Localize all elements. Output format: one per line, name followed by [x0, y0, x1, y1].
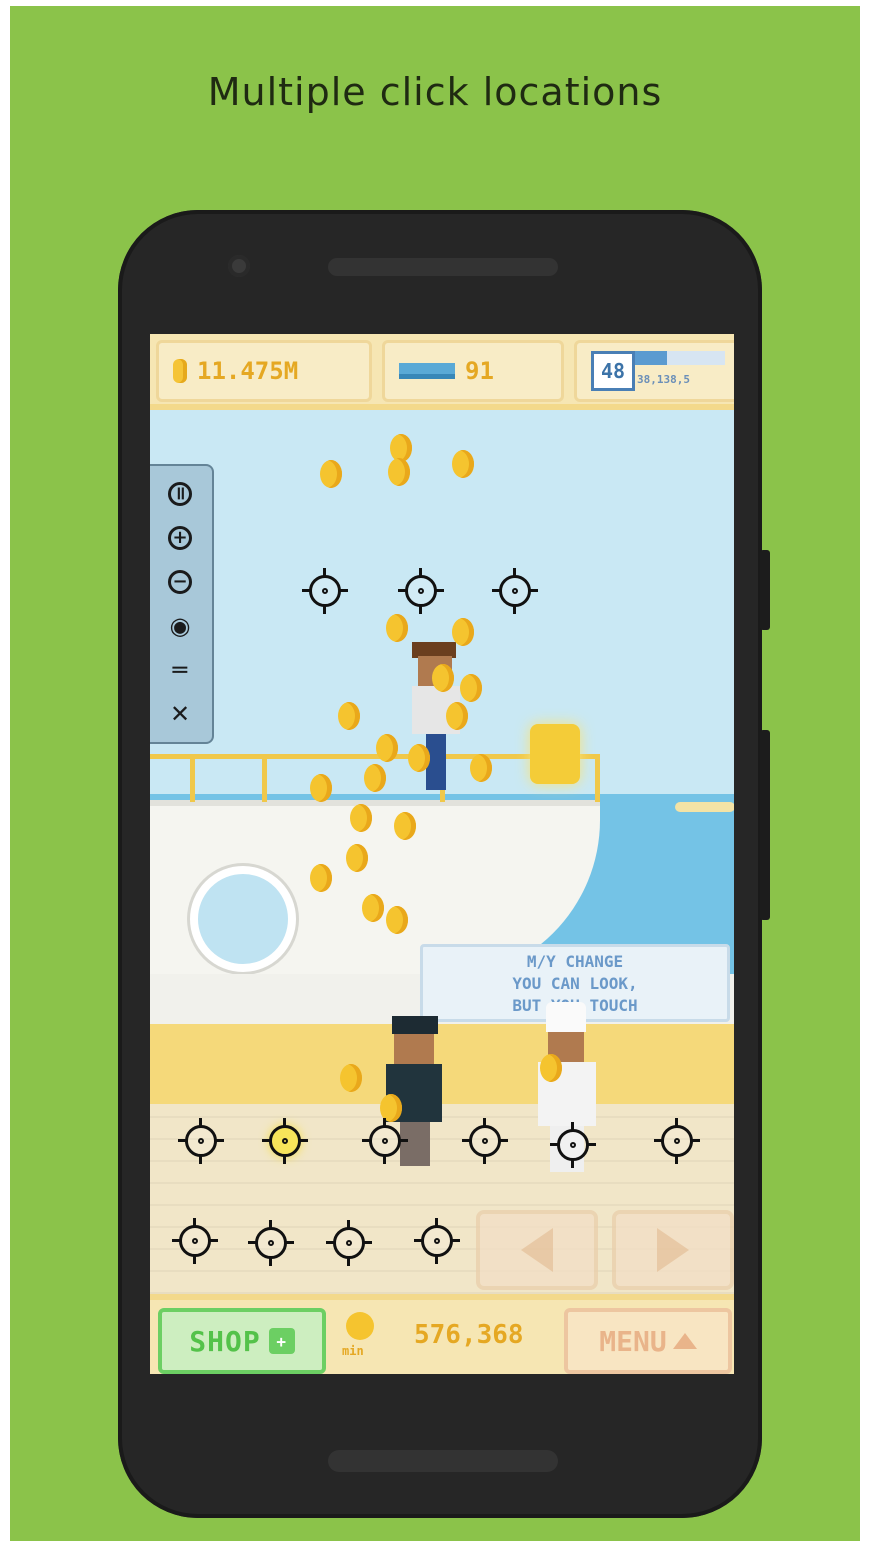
coin	[338, 702, 360, 730]
xp-value: 38,138,5	[637, 373, 690, 386]
tickets-value: 91	[465, 357, 494, 385]
coin	[432, 664, 454, 692]
coin	[470, 754, 492, 782]
caret-up-icon	[672, 1333, 697, 1349]
click-target[interactable]	[172, 1218, 218, 1264]
click-target[interactable]	[302, 568, 348, 614]
click-target[interactable]	[398, 568, 444, 614]
click-target[interactable]	[178, 1118, 224, 1164]
close-icon: ✕	[169, 700, 191, 728]
bottom-bar: SHOP + min 576,368 MENU	[150, 1294, 734, 1374]
click-target[interactable]	[362, 1118, 408, 1164]
menu-button[interactable]: MENU	[564, 1308, 732, 1374]
porthole	[190, 866, 296, 972]
eye-icon: ◉	[169, 612, 191, 640]
coin	[320, 460, 342, 488]
game-screen[interactable]: M/Y CHANGE YOU CAN LOOK, BUT YOU TOUCH	[150, 334, 734, 1374]
click-target[interactable]	[492, 568, 538, 614]
coin	[460, 674, 482, 702]
shop-button[interactable]: SHOP +	[158, 1308, 326, 1374]
click-target[interactable]	[654, 1118, 700, 1164]
pause-button[interactable]: ॥	[164, 478, 196, 510]
rail-post	[190, 754, 195, 802]
sign-line-1: M/Y CHANGE	[526, 952, 624, 971]
coin-rate-icon	[346, 1312, 374, 1340]
scroll-left-button[interactable]	[476, 1210, 598, 1290]
click-target[interactable]	[248, 1220, 294, 1266]
coin	[346, 844, 368, 872]
menu-label: MENU	[599, 1324, 667, 1358]
coin	[376, 734, 398, 762]
coin	[388, 458, 410, 486]
coin	[386, 906, 408, 934]
level-badge: 48	[591, 351, 635, 391]
coin	[310, 864, 332, 892]
coin	[408, 744, 430, 772]
shop-label: SHOP	[189, 1324, 261, 1358]
tickets-counter: 91	[382, 340, 564, 402]
coin	[452, 618, 474, 646]
rate-unit: min	[342, 1344, 364, 1358]
camera-icon	[228, 255, 250, 277]
click-target[interactable]	[414, 1218, 460, 1264]
arrow-right-icon	[657, 1228, 689, 1272]
coin	[362, 894, 384, 922]
coin	[364, 764, 386, 792]
click-target[interactable]	[326, 1220, 372, 1266]
ticket-icon	[399, 363, 455, 379]
pause-icon: ॥	[168, 482, 192, 506]
coin	[452, 450, 474, 478]
rail-post	[262, 754, 267, 802]
coin	[310, 774, 332, 802]
money-counter: 11.475M	[156, 340, 372, 402]
cap	[392, 1016, 438, 1034]
power-button	[760, 550, 770, 630]
coin	[340, 1064, 362, 1092]
scroll-right-button[interactable]	[612, 1210, 734, 1290]
bottom-speaker	[328, 1450, 558, 1472]
coin	[386, 614, 408, 642]
top-speaker	[328, 258, 558, 276]
xp-bar	[635, 351, 725, 365]
zoom-out-button[interactable]: −	[164, 566, 196, 598]
level-panel[interactable]: 48 38,138,5	[574, 340, 734, 402]
close-button[interactable]: ✕	[164, 698, 196, 730]
top-hud: 11.475M 91 48 38,138,5	[150, 334, 734, 410]
volume-button	[760, 730, 770, 920]
head	[394, 1034, 434, 1064]
click-target[interactable]	[462, 1118, 508, 1164]
plus-icon: +	[168, 526, 192, 550]
click-target-active[interactable]	[262, 1118, 308, 1164]
statue-body	[530, 724, 580, 784]
coin	[540, 1054, 562, 1082]
click-target[interactable]	[550, 1122, 596, 1168]
arrow-left-icon	[521, 1228, 553, 1272]
coin-icon	[173, 359, 187, 383]
drag-handle-icon: ═	[172, 656, 188, 684]
rail-post	[595, 754, 600, 802]
promo-headline: Multiple click locations	[207, 70, 663, 114]
lock-icon: +	[268, 1328, 295, 1354]
money-value: 11.475M	[197, 357, 299, 385]
coin	[350, 804, 372, 832]
coin	[394, 812, 416, 840]
island	[675, 802, 734, 812]
autoclicker-toolbar[interactable]: ॥ + − ◉ ═ ✕	[150, 464, 214, 744]
coin	[446, 702, 468, 730]
drag-handle[interactable]: ═	[164, 654, 196, 686]
sign-line-2: YOU CAN LOOK,	[512, 974, 638, 993]
visibility-button[interactable]: ◉	[164, 610, 196, 642]
phone-frame: M/Y CHANGE YOU CAN LOOK, BUT YOU TOUCH	[118, 210, 770, 1518]
chef-hat	[546, 1002, 586, 1032]
rate-value: 576,368	[414, 1320, 524, 1350]
minus-icon: −	[168, 570, 192, 594]
golden-cat-statue	[530, 724, 580, 784]
zoom-in-button[interactable]: +	[164, 522, 196, 554]
